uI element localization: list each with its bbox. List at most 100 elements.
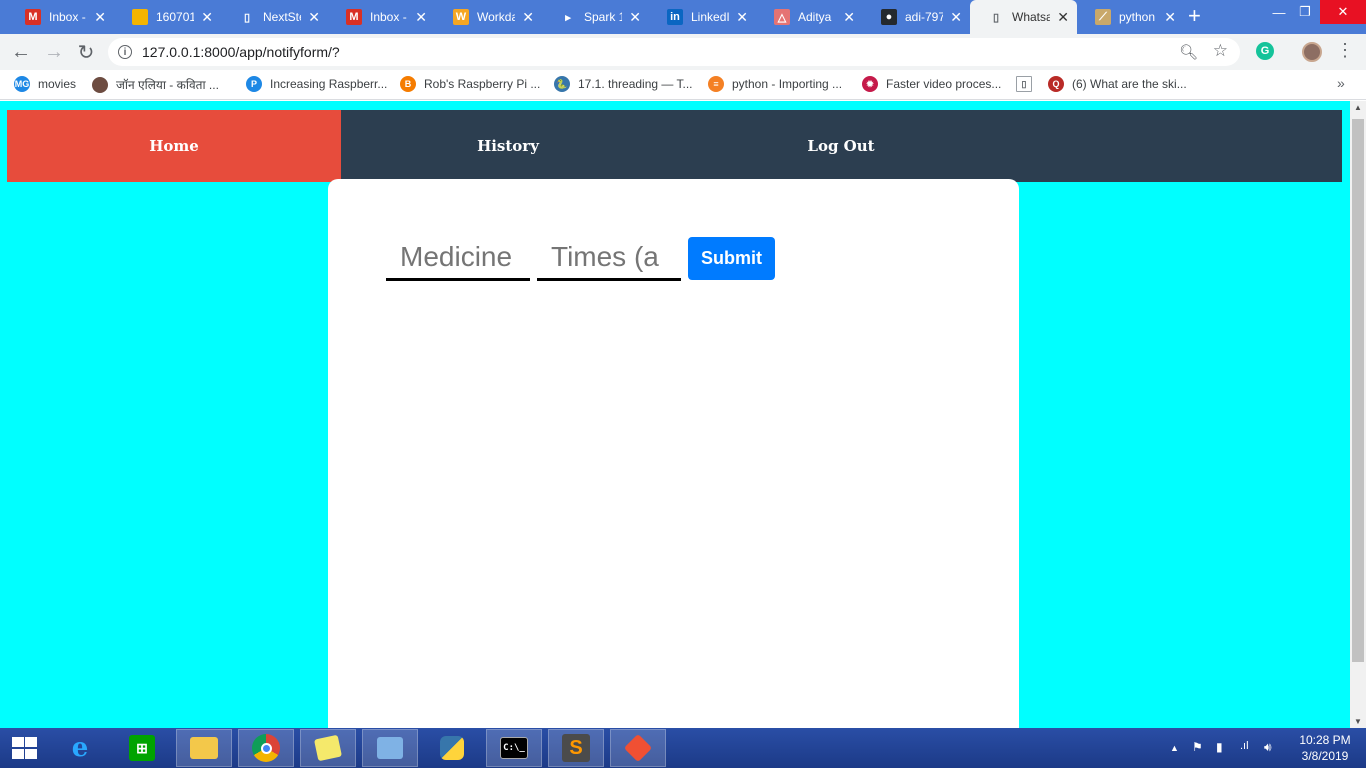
taskbar-control-panel[interactable] (362, 729, 418, 767)
minimize-button[interactable]: — (1264, 0, 1294, 24)
tray-chevron-icon[interactable]: ▲ (1170, 743, 1179, 753)
nav-logout[interactable]: Log Out (674, 110, 1008, 182)
page-icon: ▯ (1016, 76, 1032, 92)
taskbar-cmd[interactable]: C:\_ (486, 729, 542, 767)
taskbar-store[interactable]: ⊞ (114, 729, 170, 767)
submit-button[interactable]: Submit (688, 237, 775, 280)
browser-tab[interactable]: M Inbox - ✕ (328, 0, 435, 34)
linkedin-icon: in (667, 9, 683, 25)
store-icon: ⊞ (129, 735, 155, 761)
grammarly-extension-icon[interactable]: G (1256, 42, 1274, 60)
scroll-down-icon[interactable]: ▼ (1350, 717, 1366, 726)
battery-icon[interactable]: ▮ (1216, 740, 1223, 754)
bookmark-item[interactable]: MG movies (14, 76, 76, 92)
close-tab-icon[interactable]: ✕ (629, 9, 641, 26)
nav-history[interactable]: History (341, 110, 675, 182)
command-prompt-icon: C:\_ (500, 737, 528, 759)
gmail-icon: M (346, 9, 362, 25)
p-icon: P (246, 76, 262, 92)
browser-tab[interactable]: ⟋ python ✕ (1077, 0, 1184, 34)
close-tab-icon[interactable]: ✕ (415, 9, 427, 26)
taskbar-sticky-notes[interactable] (300, 729, 356, 767)
scroll-up-icon[interactable]: ▲ (1350, 103, 1366, 112)
browser-tab[interactable]: ▯ NextSte ✕ (221, 0, 328, 34)
close-window-button[interactable]: ✕ (1320, 0, 1366, 24)
address-bar[interactable]: i 127.0.0.1:8000/app/notifyform/? 🔍︎ ☆ (108, 38, 1240, 66)
back-icon[interactable]: ← (9, 40, 33, 64)
close-tab-icon[interactable]: ✕ (522, 9, 534, 26)
taskbar-sublime[interactable]: S (548, 729, 604, 767)
browser-menu-icon[interactable]: ⋮ (1336, 40, 1354, 61)
bookmark-item[interactable]: ✹ Faster video proces... (862, 76, 1001, 92)
bookmark-label: Increasing Raspberr... (270, 77, 388, 91)
bookmark-label: 17.1. threading — T... (578, 77, 693, 91)
close-tab-icon[interactable]: ✕ (950, 9, 962, 26)
taskbar-clock[interactable]: 10:28 PM 3/8/2019 (1290, 732, 1360, 764)
bookmark-item[interactable]: P Increasing Raspberr... (246, 76, 387, 92)
tab-title: NextSte (263, 10, 301, 24)
bookmark-star-icon[interactable]: ☆ (1213, 41, 1228, 61)
reload-icon[interactable]: ↻ (74, 40, 98, 64)
nav-home[interactable]: Home (7, 110, 341, 182)
avatar-icon (92, 76, 108, 93)
profile-avatar[interactable] (1302, 42, 1322, 62)
bookmark-label: Faster video proces... (886, 77, 1002, 91)
bookmark-item[interactable]: ≡ python - Importing ... (708, 76, 842, 92)
browser-tab[interactable]: M Inbox - ✕ (7, 0, 114, 34)
forward-icon[interactable]: → (42, 40, 66, 64)
new-tab-button[interactable]: + (1188, 3, 1201, 29)
bookmark-item[interactable]: 🐍 17.1. threading — T... (554, 76, 693, 92)
zoom-icon[interactable]: 🔍︎ (1179, 43, 1198, 61)
python-icon (440, 736, 464, 760)
site-info-icon[interactable]: i (118, 45, 132, 59)
browser-tab-strip: M Inbox - ✕ 160701 ✕ ▯ NextSte ✕ M Inbox - ✕ W Workd… (0, 0, 1366, 34)
browser-tab[interactable]: △ Aditya ✕ (756, 0, 863, 34)
browser-tab[interactable]: ▯ Whatsa ✕ (970, 0, 1077, 34)
bookmark-item[interactable]: ▯ (1016, 76, 1040, 92)
sublime-text-icon: S (562, 734, 590, 762)
tab-title: Aditya (798, 10, 832, 24)
taskbar-ie[interactable]: e (52, 729, 108, 767)
tab-title: Spark 1 (584, 10, 622, 24)
mg-icon: MG (14, 76, 30, 92)
taskbar-git[interactable] (610, 729, 666, 767)
tab-title: Inbox - (370, 10, 407, 24)
tab-title: 160701 (156, 10, 194, 24)
browser-tab[interactable]: in LinkedI ✕ (649, 0, 756, 34)
scroll-thumb[interactable] (1352, 119, 1364, 662)
restore-button[interactable]: ❐ (1292, 0, 1318, 24)
clock-date: 3/8/2019 (1301, 749, 1349, 763)
browser-tab[interactable]: 160701 ✕ (114, 0, 221, 34)
bookmark-item[interactable]: जॉन एलिया - कविता ... (92, 76, 219, 93)
sticky-notes-icon (313, 734, 343, 762)
close-tab-icon[interactable]: ✕ (94, 9, 106, 26)
network-icon[interactable]: .ıl (1240, 740, 1249, 752)
notify-form-card: Submit (328, 179, 1019, 728)
times-input[interactable] (537, 235, 681, 281)
close-tab-icon[interactable]: ✕ (308, 9, 320, 26)
close-tab-icon[interactable]: ✕ (1164, 9, 1176, 26)
browser-toolbar: ← → ↻ i 127.0.0.1:8000/app/notifyform/? … (0, 34, 1366, 70)
page-scrollbar[interactable]: ▲ ▼ (1350, 101, 1366, 728)
bookmark-label: जॉन एलिया - कविता ... (116, 78, 219, 92)
windows-start-button[interactable] (10, 736, 38, 760)
taskbar-explorer[interactable] (176, 729, 232, 767)
taskbar-chrome[interactable] (238, 729, 294, 767)
browser-tab[interactable]: ● adi-797 ✕ (863, 0, 970, 34)
action-center-flag-icon[interactable]: ⚑ (1192, 740, 1203, 754)
close-tab-icon[interactable]: ✕ (843, 9, 855, 26)
more-bookmarks-icon[interactable]: » (1337, 75, 1345, 91)
quora-icon: Q (1048, 76, 1064, 92)
volume-icon[interactable]: 🔊︎ (1264, 740, 1272, 755)
bookmark-item[interactable]: Q (6) What are the ski... (1048, 76, 1187, 92)
windows-taskbar: e ⊞ C:\_ S ▲ ⚑ ▮ .ıl 🔊︎ 10:28 PM 3/8/201… (0, 728, 1366, 768)
close-tab-icon[interactable]: ✕ (736, 9, 748, 26)
close-tab-icon[interactable]: ✕ (1057, 9, 1069, 26)
medicine-input[interactable] (386, 235, 530, 281)
browser-tab[interactable]: W Workda ✕ (435, 0, 542, 34)
bookmark-item[interactable]: B Rob's Raspberry Pi ... (400, 76, 540, 92)
close-tab-icon[interactable]: ✕ (201, 9, 213, 26)
browser-tab[interactable]: ▸ Spark 1 ✕ (542, 0, 649, 34)
taskbar-python[interactable] (424, 729, 480, 767)
raspberry-icon: ✹ (862, 76, 878, 92)
